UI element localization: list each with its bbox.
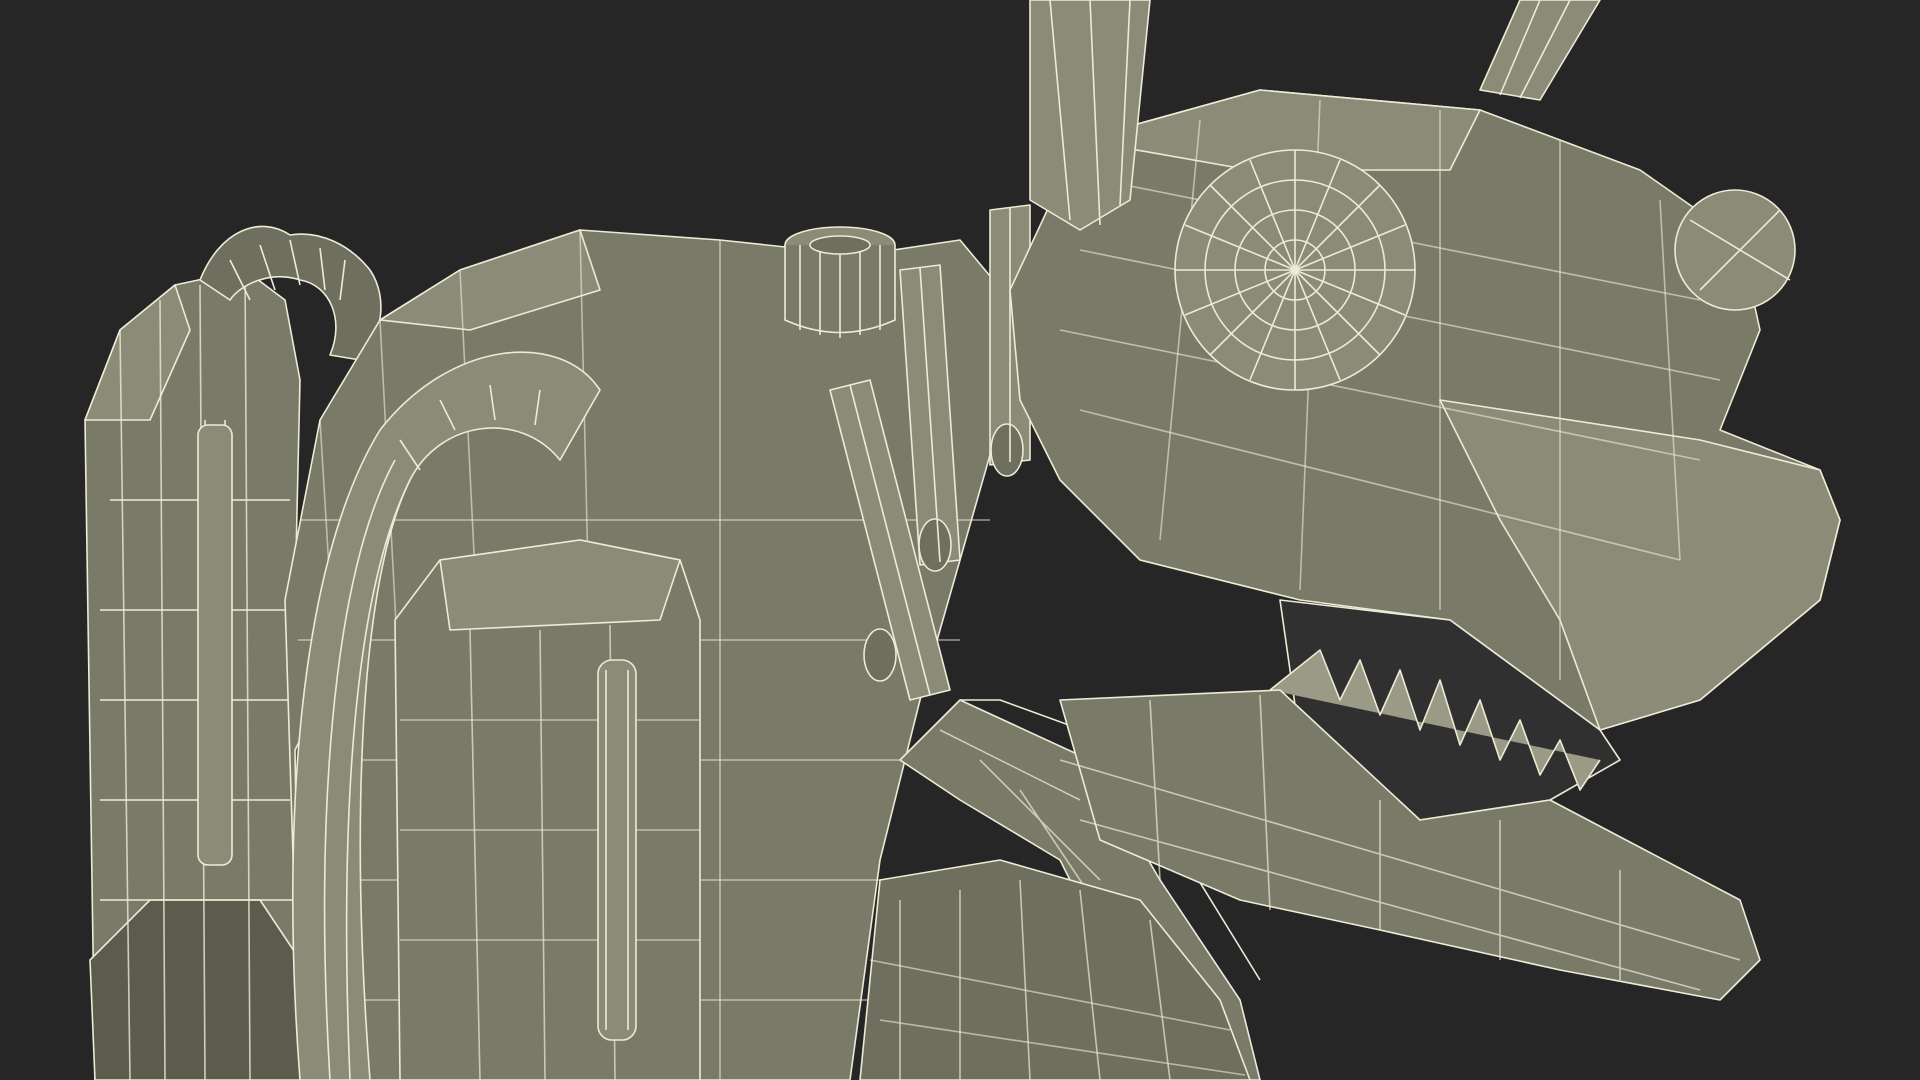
front-leg-panel (394, 539, 701, 1080)
top-cylinder-cap (784, 226, 896, 338)
render-viewport (0, 0, 1920, 1080)
rear-tank (84, 269, 306, 1080)
eye-disc (1174, 149, 1416, 391)
